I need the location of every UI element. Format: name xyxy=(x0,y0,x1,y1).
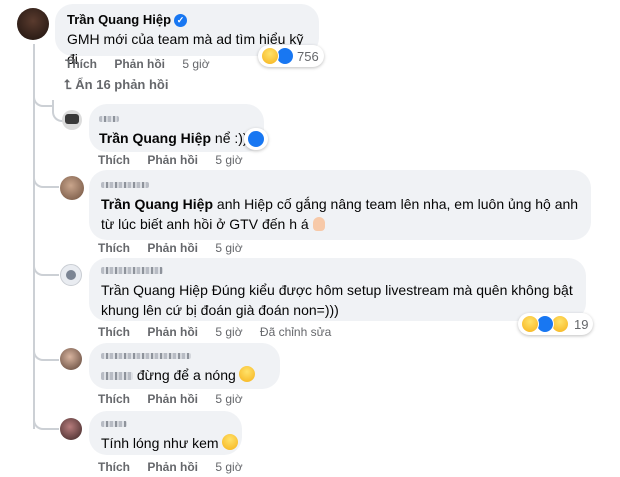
reply-text-line-1: Trần Quang Hiệp Đúng kiểu được hôm setup… xyxy=(101,282,573,298)
comment-author[interactable]: Trần Quang Hiệp ✓ xyxy=(67,12,307,28)
redacted-text xyxy=(101,372,133,381)
avatar[interactable] xyxy=(17,8,49,40)
reply-actions: Thích Phản hồi 5 giờ xyxy=(98,392,257,406)
laughing-emoji-icon xyxy=(221,434,238,450)
reply-actions: Thích Phản hồi 5 giờ xyxy=(98,460,257,474)
avatar[interactable] xyxy=(60,348,82,370)
like-button[interactable]: Thích xyxy=(98,325,130,339)
reply-button[interactable]: Phản hồi xyxy=(114,57,165,71)
sad-emoji-icon xyxy=(238,366,255,382)
like-icon xyxy=(247,130,265,148)
reaction-count: 19 xyxy=(574,316,589,332)
reply-button[interactable]: Phản hồi xyxy=(147,460,198,474)
redacted-name xyxy=(101,176,579,194)
redacted-name xyxy=(101,347,268,365)
hide-replies-label: Ẩn 16 phản hồi xyxy=(75,77,169,92)
hide-replies-toggle[interactable]: ⮤ Ẩn 16 phản hồi xyxy=(64,77,168,93)
reply-bubble: Trần Quang Hiệp Đúng kiểu được hôm setup… xyxy=(89,258,586,321)
reply-actions: Thích Phản hồi 5 giờ Đã chỉnh sửa xyxy=(98,325,345,339)
thread-branch xyxy=(33,258,59,276)
timestamp[interactable]: 5 giờ xyxy=(215,241,242,255)
hand-emoji-icon xyxy=(312,217,325,231)
reply-text: Trần Quang Hiệp nể :)) xyxy=(99,130,248,146)
mention[interactable]: Trần Quang Hiệp xyxy=(101,196,213,212)
verified-badge-icon: ✓ xyxy=(174,14,188,28)
haha-icon xyxy=(521,315,539,333)
reply-bubble: Tính lóng như kem xyxy=(89,411,242,455)
reply-bubble: đừng để a nóng xyxy=(89,343,280,389)
reply-bubble: Trần Quang Hiệp anh Hiệp cố gắng nâng te… xyxy=(89,170,591,240)
redacted-name xyxy=(101,415,230,433)
redacted-name xyxy=(101,262,574,280)
reply-arrow-icon: ⮤ xyxy=(64,77,76,92)
reaction-summary[interactable]: 19 xyxy=(518,313,594,335)
reply-bubble: Trần Quang Hiệp nể :)) xyxy=(89,104,264,152)
reply-actions: Thích Phản hồi 5 giờ xyxy=(98,241,257,255)
thread-branch xyxy=(33,345,59,361)
avatar[interactable] xyxy=(60,264,82,286)
timestamp[interactable]: 5 giờ xyxy=(215,325,242,339)
reaction-summary[interactable] xyxy=(244,128,268,150)
timestamp[interactable]: 5 giờ xyxy=(215,153,242,167)
like-button[interactable]: Thích xyxy=(98,460,130,474)
reply-text: Tính lóng như kem xyxy=(101,433,238,453)
haha-icon xyxy=(261,47,279,65)
reply-text-line-2: khung lên cứ bị đoán già đoán non=))) xyxy=(101,302,339,318)
reply-button[interactable]: Phản hồi xyxy=(147,392,198,406)
reply-button[interactable]: Phản hồi xyxy=(147,325,198,339)
timestamp[interactable]: 5 giờ xyxy=(215,460,242,474)
mention[interactable]: Trần Quang Hiệp xyxy=(99,130,211,146)
reply-text: đừng để a nóng xyxy=(101,365,268,385)
avatar[interactable] xyxy=(62,110,82,130)
edited-label[interactable]: Đã chỉnh sửa xyxy=(260,325,331,339)
reaction-count: 756 xyxy=(297,48,319,64)
like-button[interactable]: Thích xyxy=(98,241,130,255)
comment-actions: Thích Phản hồi 5 giờ xyxy=(65,57,224,71)
reply-text-line-2: từ lúc biết anh hồi ở GTV đến h á xyxy=(101,214,579,234)
redacted-name xyxy=(99,110,254,128)
reply-text-line-1: Trần Quang Hiệp anh Hiệp cố gắng nâng te… xyxy=(101,196,579,212)
timestamp[interactable]: 5 giờ xyxy=(182,57,209,71)
avatar[interactable] xyxy=(60,418,82,440)
thread-branch xyxy=(33,412,59,430)
reaction-summary[interactable]: 756 xyxy=(258,45,324,67)
mention[interactable]: Trần Quang Hiệp xyxy=(101,282,208,298)
reply-button[interactable]: Phản hồi xyxy=(147,241,198,255)
reply-actions: Thích Phản hồi 5 giờ xyxy=(98,153,257,167)
thread-branch xyxy=(33,95,53,107)
avatar[interactable] xyxy=(60,176,84,200)
reply-button[interactable]: Phản hồi xyxy=(147,153,198,167)
like-button[interactable]: Thích xyxy=(65,57,97,71)
like-button[interactable]: Thích xyxy=(98,392,130,406)
thread-branch xyxy=(33,170,59,188)
like-button[interactable]: Thích xyxy=(98,153,130,167)
timestamp[interactable]: 5 giờ xyxy=(215,392,242,406)
